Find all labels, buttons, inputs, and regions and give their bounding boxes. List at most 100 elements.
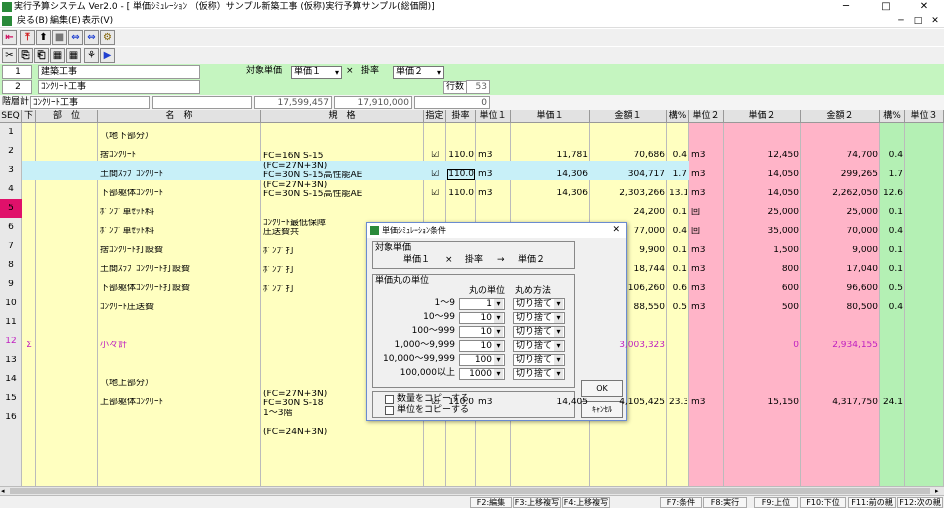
cell-amount2[interactable]: 17,040 xyxy=(803,265,879,274)
cell-spec2[interactable] xyxy=(263,380,422,389)
cell-down[interactable]: Σ xyxy=(24,341,34,350)
cell-price2[interactable]: 15,150 xyxy=(726,398,800,407)
scroll-left-icon[interactable]: ◂ xyxy=(1,487,5,495)
cell-seq[interactable]: 9 xyxy=(2,280,20,289)
cell-check[interactable] xyxy=(426,208,444,217)
cell-pct1[interactable] xyxy=(669,341,687,350)
cell-rate[interactable] xyxy=(448,360,474,369)
cell-pct1[interactable] xyxy=(669,436,687,445)
scroll-thumb[interactable] xyxy=(10,488,930,494)
cell-unit1[interactable]: m3 xyxy=(478,151,509,160)
cell-spec2[interactable] xyxy=(263,437,422,446)
cell-unit2[interactable]: m3 xyxy=(691,151,722,160)
cell-spec2[interactable]: FC=30N S-15高性能AE xyxy=(263,171,422,180)
cell-unit1[interactable] xyxy=(478,208,509,217)
cell-unit2[interactable] xyxy=(691,379,722,388)
cell-check[interactable]: ☑ xyxy=(426,151,444,160)
cell-unit1[interactable] xyxy=(478,246,509,255)
cell-down[interactable] xyxy=(24,322,34,331)
cell-pct2[interactable] xyxy=(882,417,903,426)
column-header[interactable]: 名 称 xyxy=(98,110,261,123)
cell-down[interactable] xyxy=(24,227,34,236)
cell-spec1[interactable]: (FC=24N+3N) xyxy=(263,428,422,437)
cell-pct1[interactable]: 13.1 xyxy=(669,189,687,198)
cell-pct2[interactable]: 0.1 xyxy=(882,246,903,255)
cell-spec1[interactable] xyxy=(263,143,422,152)
cell-spec2[interactable]: ﾎﾟﾝﾌﾟ打 xyxy=(263,285,422,294)
cell-down[interactable] xyxy=(24,360,34,369)
cell-unit2[interactable]: m3 xyxy=(691,303,722,312)
cell-seq[interactable]: 12 xyxy=(2,337,20,346)
cell-unit1[interactable] xyxy=(478,360,509,369)
cell-seq[interactable]: 3 xyxy=(2,166,20,175)
cell-pct2[interactable] xyxy=(882,341,903,350)
edit-cursor-box[interactable] xyxy=(447,169,475,180)
cell-seq[interactable] xyxy=(2,432,20,441)
f12-next-parent-key[interactable]: F12:次の親 xyxy=(897,497,943,508)
cell-price1[interactable] xyxy=(513,360,588,369)
cell-amount1[interactable]: 304,717 xyxy=(592,170,665,179)
cell-unit2[interactable]: m3 xyxy=(691,189,722,198)
cut-icon[interactable]: ✂ xyxy=(2,48,17,63)
mdi-close-button[interactable]: ✕ xyxy=(928,14,942,28)
paste-icon[interactable]: ⎗ xyxy=(34,48,49,63)
cell-amount1[interactable] xyxy=(592,379,665,388)
cell-pct1[interactable] xyxy=(669,360,687,369)
cell-unit2[interactable]: m3 xyxy=(691,265,722,274)
cell-unit2[interactable]: 回 xyxy=(691,227,722,236)
run-icon[interactable]: ▶ xyxy=(100,48,115,63)
cell-spec1[interactable] xyxy=(263,257,422,266)
cell-unit1[interactable] xyxy=(478,417,509,426)
cell-name[interactable]: 上部躯体ｺﾝｸﾘｰﾄ xyxy=(100,398,259,407)
cell-check[interactable] xyxy=(426,379,444,388)
cell-down[interactable] xyxy=(24,284,34,293)
cell-unit2[interactable] xyxy=(691,322,722,331)
cell-check[interactable] xyxy=(426,360,444,369)
f7-condition-key[interactable]: F7:条件 xyxy=(660,497,702,508)
cell-spec2[interactable] xyxy=(263,323,422,332)
column-header[interactable]: 構% xyxy=(880,110,905,123)
f11-prev-parent-key[interactable]: F11:前の親 xyxy=(848,497,896,508)
cell-pct1[interactable] xyxy=(669,132,687,141)
cell-name[interactable]: 小々計 xyxy=(100,341,259,350)
cell-name[interactable]: （地下部分） xyxy=(100,132,259,141)
cell-price2[interactable]: 14,050 xyxy=(726,170,800,179)
cell-unit2[interactable]: m3 xyxy=(691,246,722,255)
cell-amount2[interactable] xyxy=(803,417,878,426)
minimize-button[interactable]: ─ xyxy=(826,0,866,14)
cell-unit1[interactable] xyxy=(478,284,509,293)
cell-price1[interactable]: 14,306 xyxy=(513,189,589,198)
cell-spec2[interactable]: 圧送費共 xyxy=(263,228,422,237)
cell-price1[interactable] xyxy=(513,246,588,255)
column-header[interactable]: 金額２ xyxy=(801,110,880,123)
cell-amount1[interactable]: 4,105,425 xyxy=(592,398,665,407)
cell-name[interactable]: ｺﾝｸﾘｰﾄ圧送費 xyxy=(100,303,259,312)
cell-price1[interactable]: 14,306 xyxy=(513,170,589,179)
cell-amount1[interactable]: 9,900 xyxy=(592,246,665,255)
cell-rate[interactable] xyxy=(448,417,474,426)
cell-pct1[interactable]: 0.4 xyxy=(669,227,687,236)
column-header[interactable]: 単位２ xyxy=(689,110,724,123)
cell-spec1[interactable] xyxy=(263,200,422,209)
cell-amount1[interactable]: 24,200 xyxy=(592,208,666,217)
top-icon[interactable]: ⤒ xyxy=(20,30,35,45)
cell-price1[interactable]: 11,781 xyxy=(513,151,589,160)
cell-unit2[interactable]: m3 xyxy=(691,398,722,407)
cell-unit2[interactable]: m3 xyxy=(691,284,722,293)
cell-unit1[interactable]: m3 xyxy=(478,398,509,407)
cell-rate[interactable] xyxy=(448,341,474,350)
cell-seq[interactable]: 13 xyxy=(2,356,20,365)
cell-seq[interactable]: 16 xyxy=(2,413,20,422)
cell-pct2[interactable]: 1.7 xyxy=(882,170,903,179)
cell-amount1[interactable]: 106,260 xyxy=(592,284,665,293)
cell-rate[interactable]: 110.0 xyxy=(448,189,474,198)
cell-pct1[interactable] xyxy=(669,417,687,426)
cell-amount2[interactable] xyxy=(803,379,878,388)
cell-price2[interactable]: 600 xyxy=(726,284,799,293)
cell-down[interactable] xyxy=(24,170,34,179)
cell-seq[interactable]: 15 xyxy=(2,394,20,403)
cell-rate[interactable] xyxy=(448,379,474,388)
cell-amount2[interactable] xyxy=(803,132,878,141)
f4-key[interactable]: F4:上移複写 xyxy=(562,497,610,508)
column-header[interactable]: 掛率 xyxy=(446,110,476,123)
